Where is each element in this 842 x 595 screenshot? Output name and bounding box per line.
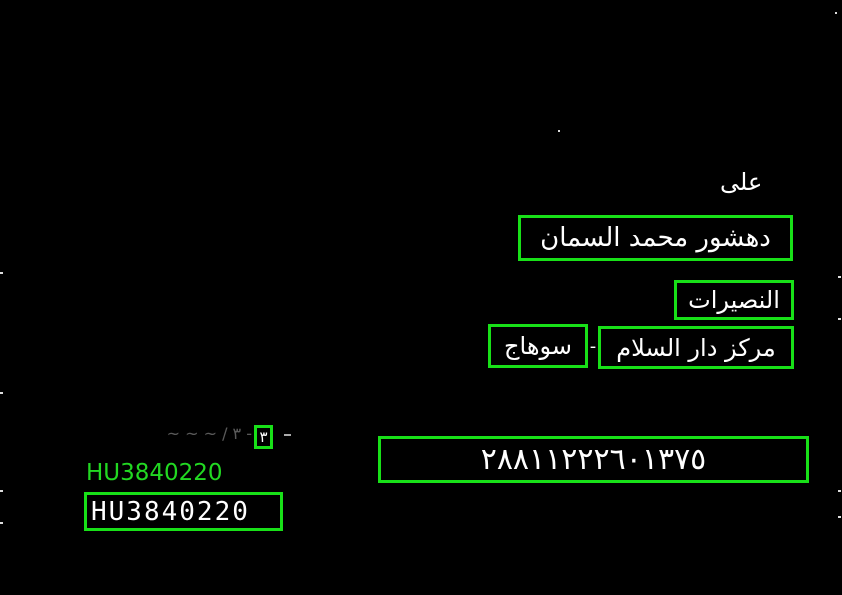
governorate: سوهاج	[504, 332, 572, 360]
small-dash	[284, 434, 291, 436]
speck	[838, 318, 841, 320]
center-box: مركز دار السلام	[598, 326, 794, 369]
speck	[835, 12, 837, 14]
text-ala: على	[720, 168, 763, 196]
code-value: HU3840220	[91, 496, 250, 527]
separator: -	[589, 336, 597, 357]
recipient-name: دهشور محمد السمان	[540, 223, 771, 253]
code-box: HU3840220	[84, 492, 283, 531]
small-digit-box: ٣	[254, 425, 273, 449]
small-digit: ٣	[259, 428, 268, 446]
speck	[558, 130, 560, 132]
speck	[838, 490, 841, 492]
district-box: النصيرات	[674, 280, 794, 320]
district: النصيرات	[688, 286, 780, 314]
speck	[0, 392, 3, 394]
speck	[0, 272, 3, 274]
document-canvas: { "document": { "line_ala": "على", "reci…	[0, 0, 842, 595]
faded-text: ~ ~ ~ / ٣ -	[166, 424, 252, 443]
recipient-name-box: دهشور محمد السمان	[518, 215, 793, 261]
speck	[0, 522, 3, 524]
speck	[838, 516, 841, 518]
national-id: ٢٨٨١١٢٢٢٦٠١٣٧٥	[480, 442, 707, 477]
national-id-box: ٢٨٨١١٢٢٢٦٠١٣٧٥	[378, 436, 809, 483]
governorate-box: سوهاج	[488, 324, 588, 368]
code-detected-label: HU3840220	[86, 460, 223, 486]
center: مركز دار السلام	[616, 333, 776, 362]
speck	[0, 490, 3, 492]
speck	[838, 276, 841, 278]
